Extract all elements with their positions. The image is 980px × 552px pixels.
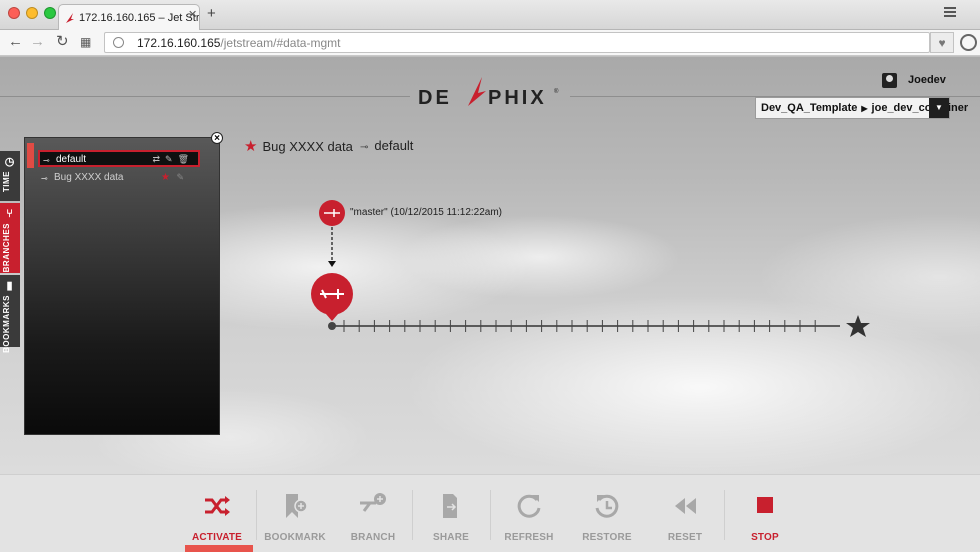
delphix-favicon-icon (66, 13, 74, 23)
current-branch-pin[interactable] (311, 273, 353, 321)
refresh-icon (517, 494, 541, 518)
timeline-start-dot[interactable] (328, 322, 336, 330)
browser-tab[interactable]: 172.16.160.165 – Jet Stream (58, 4, 200, 31)
back-arrow-icon[interactable]: ← (8, 34, 23, 50)
page-info-icon[interactable] (113, 37, 124, 48)
restore-button[interactable]: RESTORE (572, 475, 642, 552)
action-separator (412, 490, 413, 540)
action-separator (724, 490, 725, 540)
heart-icon[interactable]: ♥ (930, 32, 954, 53)
branch-button[interactable]: BRANCH (338, 475, 408, 552)
refresh-label: REFRESH (504, 532, 554, 543)
stop-button[interactable]: STOP (730, 475, 800, 552)
add-bookmark-icon (286, 494, 308, 518)
shuffle-icon (205, 496, 230, 516)
timeline (311, 200, 870, 337)
share-icon (443, 494, 457, 518)
forward-arrow-icon[interactable]: → (30, 34, 45, 50)
close-window-button[interactable] (8, 7, 20, 19)
branch-label: BRANCH (350, 532, 396, 543)
add-branch-icon (360, 493, 386, 512)
reset-button[interactable]: RESET (650, 475, 720, 552)
tab-close-icon[interactable]: ✕ (188, 8, 197, 21)
connector-arrow-icon (328, 261, 336, 267)
minimize-window-button[interactable] (26, 7, 38, 19)
master-branch-label: "master" (10/12/2015 11:12:22am) (350, 207, 503, 218)
bookmark-button[interactable]: BOOKMARK (260, 475, 330, 552)
apps-grid-icon[interactable]: ▦ (80, 34, 91, 50)
address-bar[interactable]: 172.16.160.165/jetstream/#data-mgmt (104, 32, 930, 53)
activate-label: ACTIVATE (191, 532, 243, 543)
browser-menu-icon[interactable] (944, 7, 956, 19)
url-path: /jetstream/#data-mgmt (220, 36, 341, 50)
share-button[interactable]: SHARE (416, 475, 486, 552)
stop-icon (757, 497, 773, 513)
action-separator (256, 490, 257, 540)
activate-button[interactable]: ACTIVATE (182, 475, 252, 552)
restore-label: RESTORE (582, 532, 632, 543)
browser-toolbar: ← → ↻ ▦ 172.16.160.165/jetstream/#data-m… (0, 30, 980, 56)
reload-icon[interactable]: ↻ (56, 34, 69, 50)
action-separator (490, 490, 491, 540)
profile-icon[interactable] (960, 34, 977, 51)
rewind-icon (675, 498, 696, 514)
bookmark-label: BOOKMARK (264, 532, 326, 543)
browser-titlebar: 172.16.160.165 – Jet Stream ✕ + (0, 0, 980, 31)
bookmark-star-icon[interactable] (846, 315, 870, 337)
action-bar: ACTIVATE BOOKMARK BRANCH SHARE REFRESH R… (0, 474, 980, 552)
stop-label: STOP (751, 532, 779, 543)
zoom-window-button[interactable] (44, 7, 56, 19)
master-branch-marker[interactable] (319, 200, 345, 226)
jetstream-app: DE PHIX ® Joedev Dev_QA_Template ▶ joe_dev… (0, 57, 980, 474)
reset-label: RESET (667, 532, 703, 543)
refresh-button[interactable]: REFRESH (494, 475, 564, 552)
restore-clock-icon (595, 494, 619, 518)
new-tab-button[interactable]: + (207, 5, 216, 22)
share-label: SHARE (432, 532, 469, 543)
url-host: 172.16.160.165 (137, 36, 221, 50)
tab-title: 172.16.160.165 – Jet Stream (79, 12, 200, 24)
